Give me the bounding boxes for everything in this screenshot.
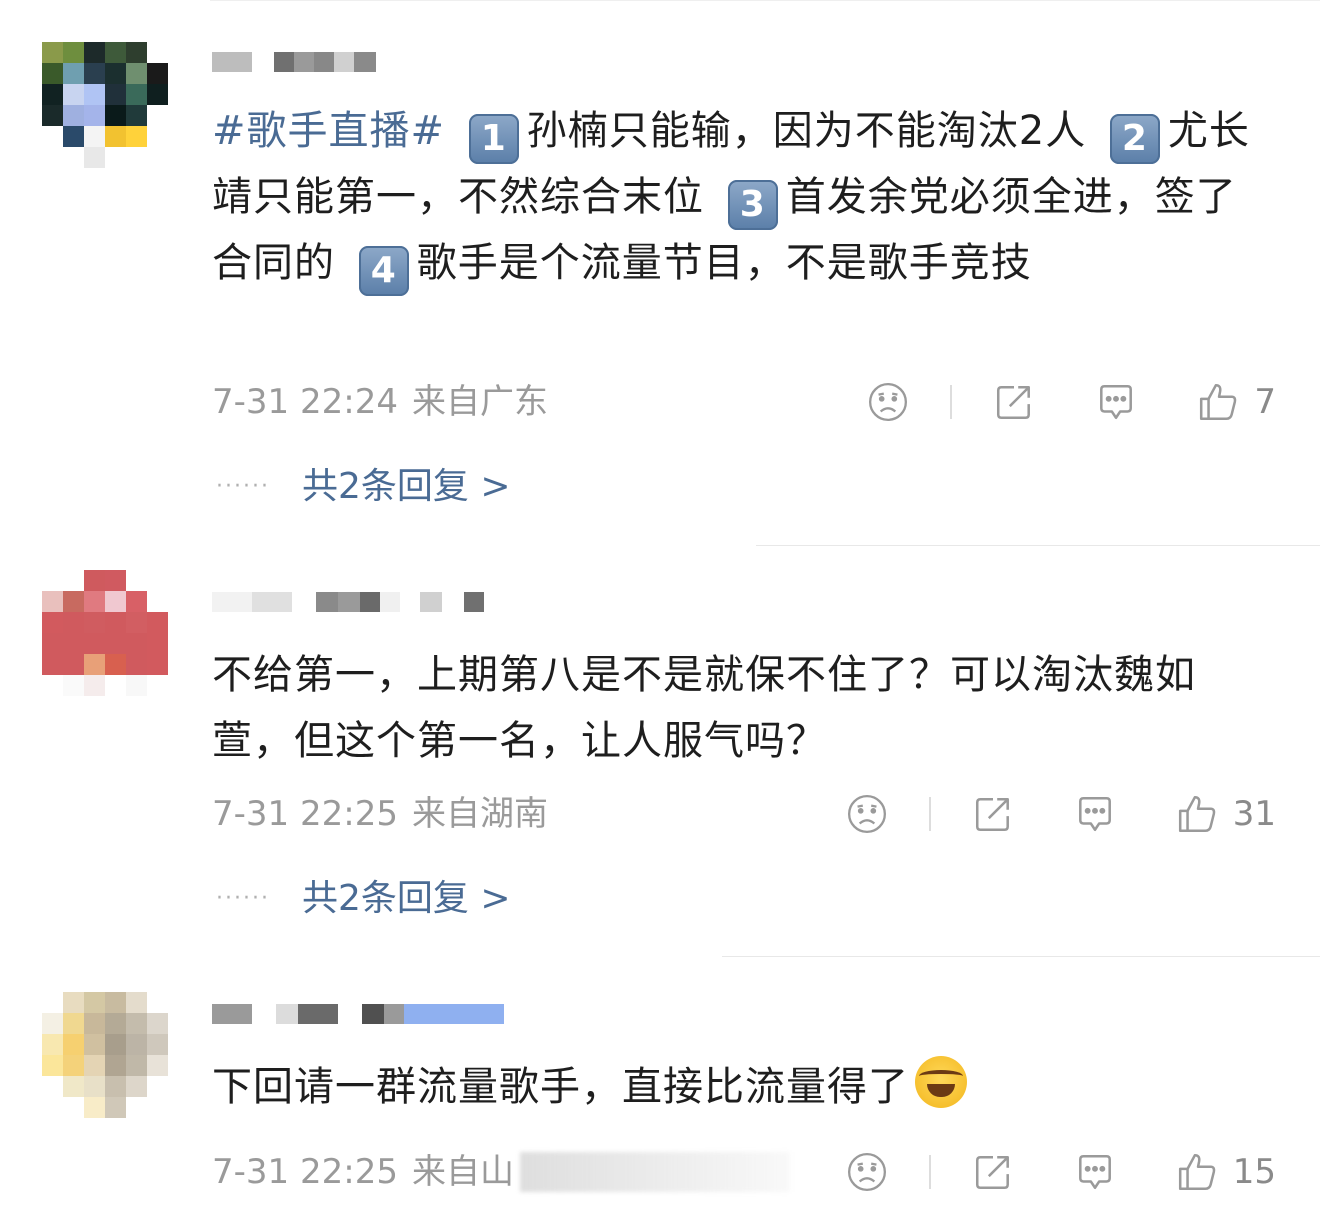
comment-divider	[722, 956, 1320, 957]
sad-face-icon[interactable]	[845, 1150, 889, 1194]
keycap-4-icon: 4	[358, 246, 409, 296]
timestamp: 7-31 22:24	[212, 382, 398, 422]
location: 来自广东	[411, 382, 548, 422]
watermark-blurred	[520, 1152, 790, 1192]
timestamp: 7-31 22:25	[212, 794, 398, 834]
keycap-2-icon: 2	[1109, 114, 1160, 164]
share-icon[interactable]	[992, 380, 1036, 424]
timestamp: 7-31 22:25	[212, 1152, 398, 1192]
avatar[interactable]	[42, 42, 168, 168]
ellipsis-icon: ······	[216, 886, 270, 911]
username-blurred[interactable]	[212, 994, 504, 1034]
comment-segment: 孙楠只能输，因为不能淘汰2人	[526, 108, 1087, 154]
action-separator	[950, 385, 953, 419]
hashtag-link[interactable]: #歌手直播#	[212, 108, 445, 154]
share-icon[interactable]	[971, 1150, 1015, 1194]
comment-text: 不给第一，上期第八是不是就保不住了？可以淘汰魏如萱，但这个第一名，让人服气吗？	[212, 652, 1196, 764]
comment-meta: 7-31 22:25 来自山	[212, 1150, 514, 1194]
comment-divider	[756, 545, 1320, 546]
sad-face-icon[interactable]	[845, 792, 889, 836]
sad-face-icon[interactable]	[866, 380, 910, 424]
top-divider	[210, 0, 1320, 1]
thumbs-up-icon[interactable]	[1175, 792, 1219, 836]
comment-icon[interactable]	[1094, 380, 1138, 424]
comment-meta: 7-31 22:24 来自广东	[212, 380, 548, 424]
action-separator	[928, 797, 931, 831]
username-blurred[interactable]	[212, 582, 484, 622]
view-replies-link[interactable]: ······ 共2条回复 >	[216, 874, 510, 924]
ellipsis-icon: ······	[216, 474, 270, 499]
like-count: 15	[1232, 1152, 1276, 1192]
view-replies-link[interactable]: ······ 共2条回复 >	[216, 462, 510, 512]
comment-segment: 歌手是个流量节目，不是歌手竞技	[416, 240, 1032, 286]
location: 来自山	[411, 1152, 514, 1192]
like-count: 31	[1232, 794, 1276, 834]
thumbs-up-icon[interactable]	[1196, 380, 1240, 424]
avatar[interactable]	[42, 570, 168, 696]
action-bar: 15	[845, 1150, 1276, 1194]
comment-icon[interactable]	[1073, 1150, 1117, 1194]
laugh-crying-emoji-icon	[915, 1056, 967, 1108]
keycap-3-icon: 3	[727, 180, 778, 230]
replies-label: 共2条回复 >	[301, 466, 511, 507]
action-separator	[928, 1155, 931, 1189]
comment-text: #歌手直播# 1 孙楠只能输，因为不能淘汰2人 2 尤长靖只能第一，不然综合末位 3…	[212, 98, 1272, 296]
action-bar: 31	[845, 792, 1276, 836]
replies-label: 共2条回复 >	[301, 878, 511, 919]
location: 来自湖南	[411, 794, 548, 834]
avatar[interactable]	[42, 992, 168, 1118]
action-bar: 7	[866, 380, 1276, 424]
comment-meta: 7-31 22:25 来自湖南	[212, 792, 548, 836]
comment-segment: 下回请一群流量歌手，直接比流量得了	[212, 1064, 909, 1110]
keycap-1-icon: 1	[468, 114, 519, 164]
thumbs-up-icon[interactable]	[1175, 1150, 1219, 1194]
share-icon[interactable]	[971, 792, 1015, 836]
like-count: 7	[1254, 382, 1276, 422]
username-blurred[interactable]	[212, 42, 376, 82]
comment-text: 下回请一群流量歌手，直接比流量得了	[212, 1054, 1272, 1120]
comment-icon[interactable]	[1073, 792, 1117, 836]
